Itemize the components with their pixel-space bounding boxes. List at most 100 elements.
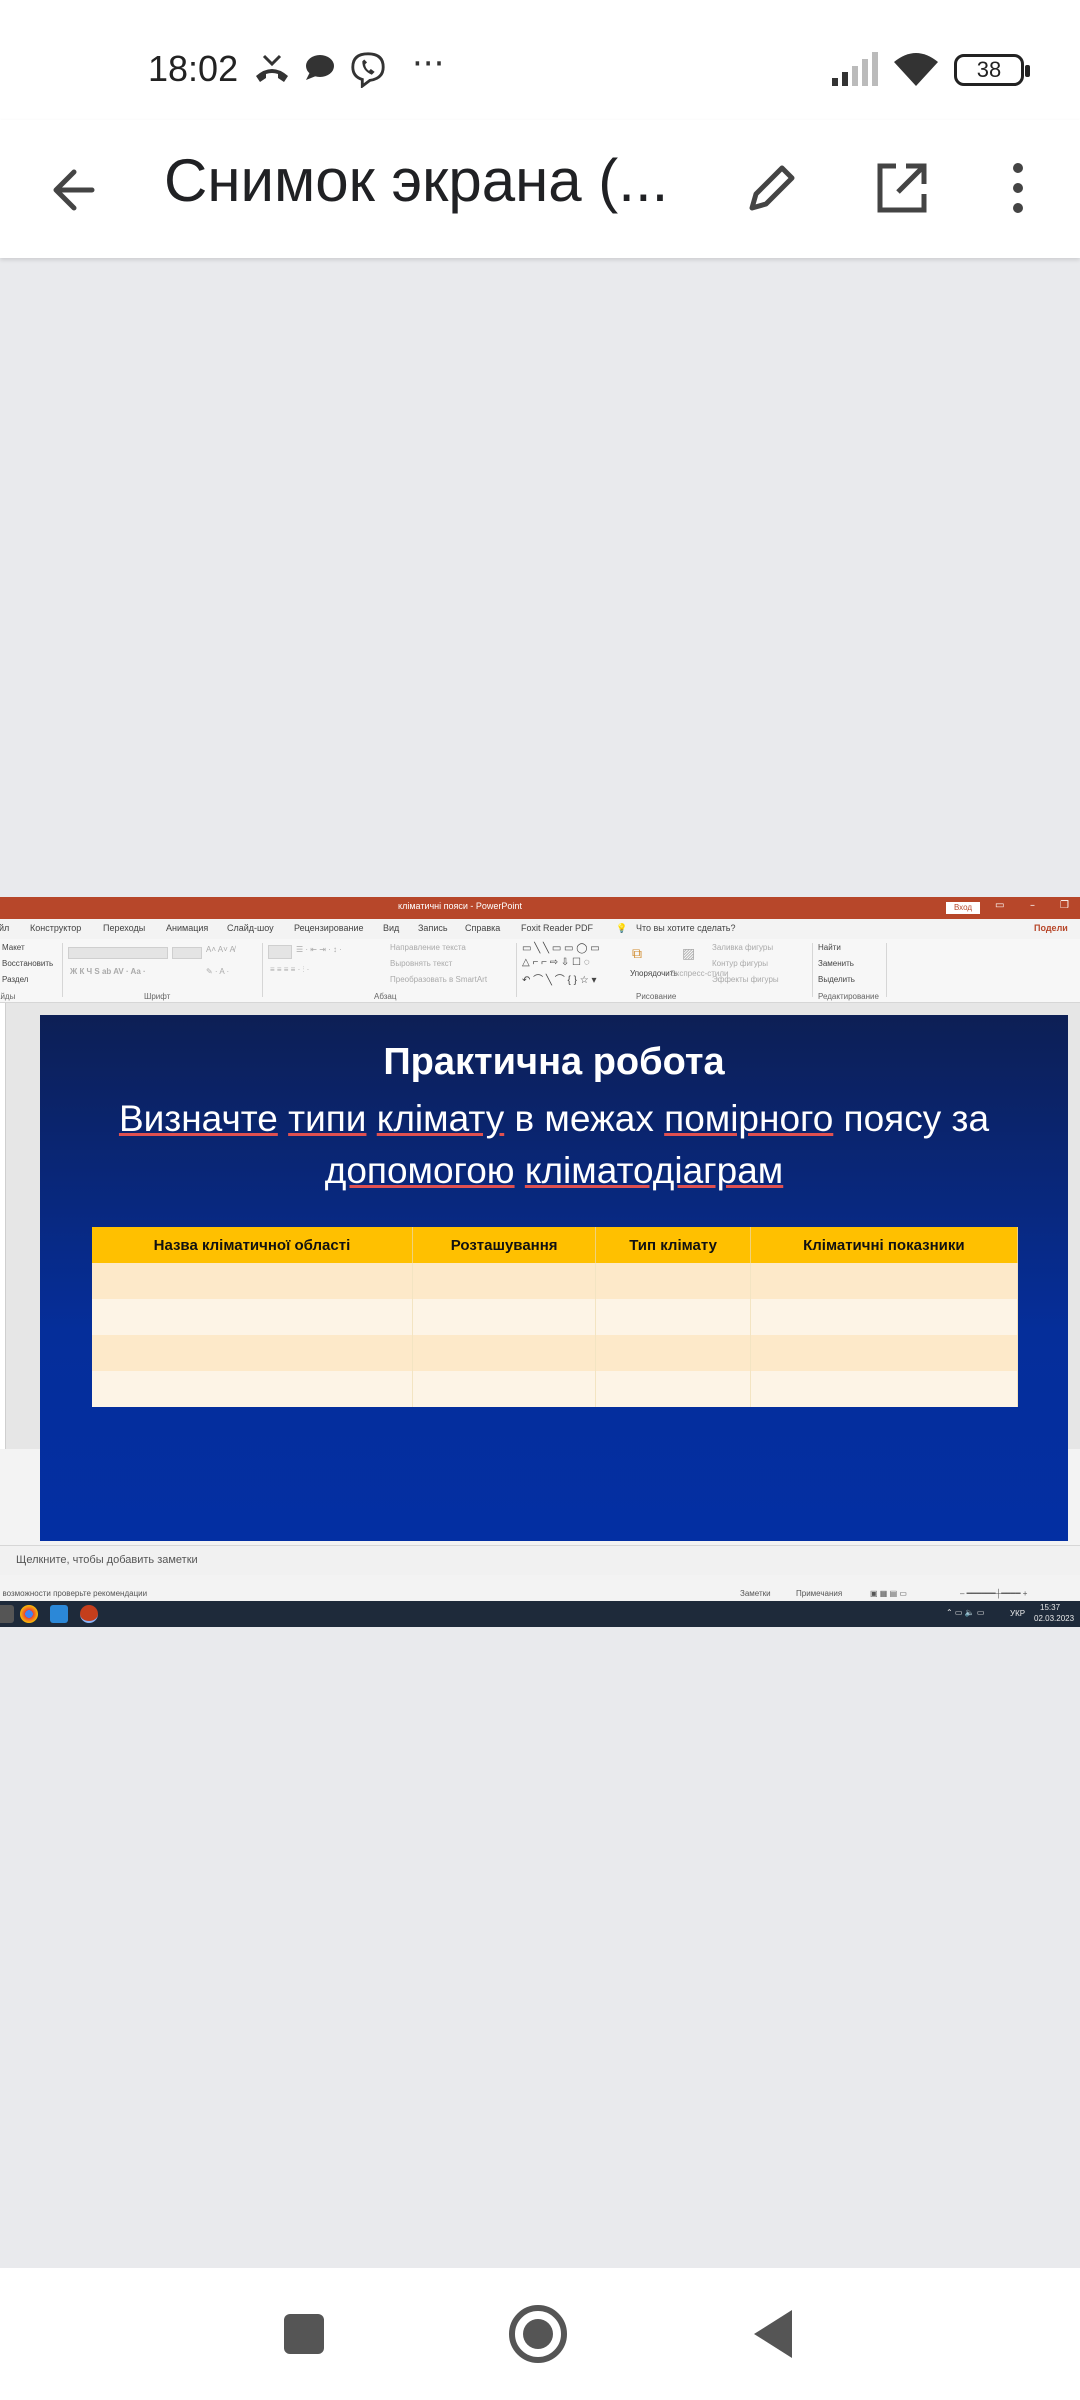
select-button[interactable]: Выделить [818,975,855,984]
chat-bubble-icon [306,55,334,80]
arrange-icon: ⧉ [632,945,642,961]
status-time: 18:02 [148,48,239,89]
table-cell[interactable] [92,1263,413,1299]
table-cell[interactable] [595,1299,751,1335]
ribbon-separator [262,943,263,997]
shape-outline-button[interactable]: Контур фигуры [712,959,768,968]
table-cell[interactable] [92,1299,413,1335]
powerpoint-titlebar: кліматичні пояси - PowerPoint Вход ▭ – ❐ [0,897,1080,919]
tab-view[interactable]: Вид [383,923,399,933]
convert-smartart-button[interactable]: Преобразовать в SmartArt [390,975,487,984]
table-cell[interactable] [595,1371,751,1407]
tab-animations[interactable]: Анимация [166,923,208,933]
open-external-icon[interactable] [866,152,938,224]
more-vert-icon[interactable] [982,152,1054,224]
text-color-icons[interactable]: ✎ · A · [206,967,229,976]
zoom-slider[interactable]: – ━━━━━━┼━━━━ + [960,1589,1027,1598]
section-button[interactable]: Раздел [2,975,28,984]
text-direction-button[interactable]: Направление текста [390,943,466,952]
text-format-icons[interactable]: Ж К Ч S ab AV · Aa · [70,967,146,976]
ribbon-display-icon[interactable]: ▭ [995,900,1004,911]
align-text-button[interactable]: Выровнять текст [390,959,452,968]
window-title: кліматичні пояси - PowerPoint [398,901,522,911]
tab-help[interactable]: Справка [465,923,500,933]
table-header: Назва кліматичної області [92,1227,413,1263]
slide-thumbnails-pane[interactable] [0,1003,6,1449]
tab-record[interactable]: Запись [418,923,448,933]
group-slides: айды [0,992,16,1001]
tell-me-search[interactable]: Что вы хотите сделать? [636,923,736,933]
group-font: Шрифт [144,992,171,1001]
table-cell[interactable] [412,1299,597,1335]
shape-fill-button[interactable]: Заливка фигуры [712,943,773,952]
restore-icon[interactable]: ❐ [1060,900,1069,911]
taskbar-clock-time[interactable]: 15:37 [1040,1603,1060,1612]
ribbon-separator [516,943,517,997]
viber-icon [351,52,385,88]
back-triangle-icon[interactable] [738,2298,810,2370]
layout-button[interactable]: Макет [2,943,25,952]
tab-transitions[interactable]: Переходы [103,923,145,933]
tab-slideshow[interactable]: Слайд-шоу [227,923,274,933]
table-cell[interactable] [595,1335,751,1371]
font-size-select[interactable] [172,947,202,959]
back-arrow-icon[interactable] [40,154,112,226]
tab-file[interactable]: айл [0,923,9,933]
table-cell[interactable] [92,1335,413,1371]
explorer-icon[interactable] [50,1605,68,1623]
signal-icon [832,52,878,86]
notes-toggle-button[interactable]: Заметки [740,1589,771,1598]
home-circle-icon[interactable] [502,2298,574,2370]
tab-review[interactable]: Рецензирование [294,923,364,933]
paragraph-icons[interactable]: ☰ · ⇤ ⇥ · ↕ · [296,945,342,954]
table-cell[interactable] [595,1263,751,1299]
ribbon-separator [62,943,63,997]
font-name-select[interactable] [68,947,168,959]
slide[interactable]: Практична робота Визначте типи клімату в… [40,1015,1068,1541]
notes-pane[interactable]: Щелкните, чтобы добавить заметки [0,1545,1080,1575]
language-indicator[interactable]: УКР [1010,1609,1025,1618]
table-cell[interactable] [750,1299,1019,1335]
table-header: Тип клімату [595,1227,751,1263]
table-row [92,1335,1019,1371]
ribbon: Макет Восстановить Раздел айды A˄ A˅ A̸ … [0,939,1080,1003]
shapes-gallery[interactable]: ▭ ╲ ╲ ▭ ▭ ◯ ▭ [522,943,600,954]
shapes-gallery-row2[interactable]: △ ⌐ ⌐ ⇨ ⇩ ☐ ◌ [522,957,590,968]
table-cell[interactable] [92,1371,413,1407]
table-cell[interactable] [412,1335,597,1371]
pencil-edit-icon[interactable] [736,152,808,224]
find-button[interactable]: Найти [818,943,841,952]
align-icons[interactable]: ≡ ≡ ≡ ≡ · ⫶ · [270,965,309,975]
table-header: Кліматичні показники [750,1227,1019,1263]
wifi-icon [894,53,938,86]
slide-table[interactable]: Назва кліматичної області Розташування Т… [92,1227,1019,1407]
minimize-icon[interactable]: – [1030,900,1035,911]
reset-button[interactable]: Восстановить [2,959,53,968]
taskbar-app-icon[interactable] [0,1605,14,1623]
tab-foxit[interactable]: Foxit Reader PDF [521,923,593,933]
subtitle-word: допомогою [324,1150,515,1191]
shape-effects-button[interactable]: Эффекты фигуры [712,975,779,984]
recents-square-icon[interactable] [268,2298,340,2370]
tab-design[interactable]: Конструктор [30,923,81,933]
taskbar-clock-date[interactable]: 02.03.2023 [1034,1614,1074,1623]
subtitle-word [366,1098,376,1139]
font-size-icons[interactable]: A˄ A˅ A̸ [206,945,235,954]
sign-in-button[interactable]: Вход [946,902,980,914]
bullets-button[interactable] [268,945,292,959]
view-mode-icons[interactable]: ▣ ▦ ▤ ▭ [870,1589,907,1598]
table-cell[interactable] [750,1371,1019,1407]
subtitle-word: поясу за [833,1098,1000,1139]
tray-icons[interactable]: ⌃ ▭ 🔈 ▭ [946,1608,984,1617]
accessibility-status[interactable]: : возможности проверьте рекомендации [0,1589,147,1598]
table-cell[interactable] [412,1263,597,1299]
share-button[interactable]: Подели [1034,923,1068,933]
table-cell[interactable] [750,1263,1019,1299]
chrome-icon[interactable] [20,1605,38,1623]
table-cell[interactable] [750,1335,1019,1371]
replace-button[interactable]: Заменить [818,959,854,968]
comments-button[interactable]: Примечания [796,1589,842,1598]
shapes-gallery-row3[interactable]: ↶ ⌒ ╲ ⌒ { } ☆ ▾ [522,971,597,986]
table-cell[interactable] [412,1371,597,1407]
powerpoint-icon[interactable] [80,1605,98,1623]
